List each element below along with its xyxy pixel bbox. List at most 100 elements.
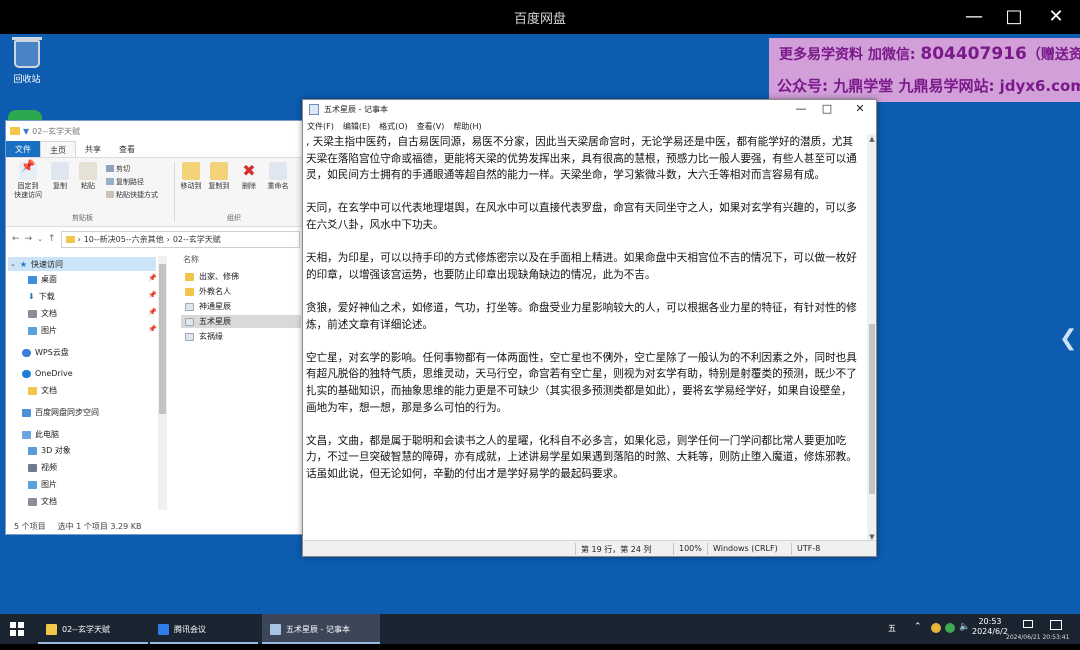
copy-path-button[interactable]: 复制路径: [106, 177, 144, 187]
nav-pc-documents[interactable]: 文档: [28, 496, 57, 507]
nav-baidu-sync[interactable]: 百度网盘同步空间: [22, 407, 99, 418]
file-row[interactable]: 神通星辰: [181, 300, 301, 313]
text-paragraph: 空亡星，对玄学的影响。任何事物都有一体两面性，空亡星也不例外，空亡星除了一般认为…: [306, 351, 857, 414]
cut-button[interactable]: 剪切: [106, 164, 130, 174]
pictures-icon: [28, 480, 37, 489]
nav-quick-access[interactable]: ⌄ ★ 快速访问: [8, 257, 156, 271]
cut-label: 剪切: [116, 165, 130, 173]
chevron-left-icon[interactable]: ❮: [1059, 326, 1077, 351]
breadcrumb-segment-1[interactable]: 10--新决05--六亲其他: [84, 234, 164, 245]
status-divider: [791, 543, 792, 555]
wechat-icon[interactable]: [945, 623, 955, 633]
zoom-level: 100%: [679, 544, 702, 553]
nav-quick-access-label: 快速访问: [31, 259, 64, 269]
tray-app-icon[interactable]: [931, 623, 941, 633]
quick-access-toolbar-icon[interactable]: ▼: [23, 127, 29, 136]
clipboard-group-label: 剪贴板: [72, 214, 93, 222]
taskbar-app-notepad[interactable]: 五术星辰 - 记事本: [262, 614, 380, 644]
file-row-selected[interactable]: 五术星辰: [181, 315, 301, 328]
pin-icon[interactable]: 📌: [148, 308, 157, 316]
tab-view[interactable]: 查看: [110, 141, 144, 157]
nav-scrollbar[interactable]: [158, 256, 167, 510]
tab-file[interactable]: 文件: [6, 141, 40, 157]
text-paragraph: 贪狼，爱好神仙之术，如修道，气功，打坐等。命盘受业力星影响较大的人，可以根据各业…: [306, 301, 857, 331]
file-row[interactable]: 外教名人: [181, 285, 301, 298]
back-arrow-icon[interactable]: ←: [12, 234, 20, 244]
menu-help[interactable]: 帮助(H): [453, 121, 481, 132]
forward-arrow-icon[interactable]: →: [25, 234, 33, 244]
minimize-icon[interactable]: —: [960, 4, 988, 30]
scroll-up-arrow-icon[interactable]: ▲: [867, 134, 876, 144]
nav-onedrive-label: OneDrive: [35, 369, 73, 378]
player-bottom-bar: [0, 644, 1080, 650]
file-row[interactable]: 出家、修佛: [181, 270, 301, 283]
folder-icon: [28, 386, 37, 395]
pin-icon[interactable]: 📌: [148, 274, 157, 282]
watermark-line-2: 公众号: 九鼎学堂 九鼎易学网站: jdyx6.com: [777, 77, 1080, 95]
notepad-status-bar: 第 19 行，第 24 列 100% Windows (CRLF) UTF-8: [303, 540, 876, 556]
column-header-name[interactable]: 名称: [183, 254, 199, 265]
rename-icon: [269, 162, 287, 180]
taskbar-app-explorer[interactable]: 02--玄学天赋: [38, 614, 148, 644]
nav-baidu-sync-label: 百度网盘同步空间: [35, 408, 99, 417]
computer-icon: [22, 430, 31, 439]
nav-onedrive[interactable]: OneDrive: [22, 369, 73, 378]
sync-folder-icon: [22, 408, 31, 417]
maximize-icon[interactable]: □: [815, 102, 839, 115]
notification-icon[interactable]: [1050, 620, 1062, 630]
nav-pc-pictures[interactable]: 图片: [28, 479, 57, 490]
tab-home[interactable]: 主页: [40, 141, 76, 157]
file-name: 五术星辰: [199, 317, 231, 326]
nav-this-pc[interactable]: 此电脑: [22, 429, 59, 440]
notepad-scrollbar-thumb[interactable]: [869, 324, 875, 494]
menu-file[interactable]: 文件(F): [307, 121, 334, 132]
pin-icon[interactable]: 📌: [148, 325, 157, 333]
pin-quick-access-button[interactable]: 📌 固定到 快速访问: [12, 160, 44, 200]
windows-start-icon[interactable]: [10, 622, 24, 636]
volume-icon[interactable]: 🔈: [959, 622, 970, 632]
nav-item-downloads[interactable]: ⬇ 下载: [28, 291, 55, 302]
recycle-bin[interactable]: 回收站: [8, 37, 46, 85]
pin-icon[interactable]: 📌: [148, 291, 157, 299]
menu-format[interactable]: 格式(O): [379, 121, 408, 132]
ime-indicator[interactable]: 五: [888, 623, 896, 634]
watermark-line-1-suffix: （赠送资料）: [1026, 47, 1080, 63]
notepad-scrollbar[interactable]: ▲ ▼: [867, 134, 876, 542]
nav-pc-3d-objects[interactable]: 3D 对象: [28, 445, 71, 456]
rename-button[interactable]: 重命名: [264, 162, 292, 191]
nav-item-desktop[interactable]: 桌面: [28, 274, 57, 285]
menu-edit[interactable]: 编辑(E): [343, 121, 370, 132]
copy-to-button[interactable]: 复制到: [206, 162, 232, 191]
tab-share[interactable]: 共享: [76, 141, 110, 157]
chevron-up-icon[interactable]: ⌃: [914, 622, 922, 632]
nav-item-documents[interactable]: 文档: [28, 308, 57, 319]
minimize-icon[interactable]: —: [789, 102, 813, 115]
status-divider: [575, 543, 576, 555]
up-arrow-icon[interactable]: ↑: [48, 234, 56, 244]
notepad-text-area[interactable]: , 天梁主指中医药，自古易医同源，易医不分家，因此当天梁居命宫时，无论学易还是中…: [303, 134, 867, 542]
recycle-bin-icon: [12, 37, 42, 68]
clock[interactable]: 20:53 2024/6/2: [972, 617, 1008, 637]
breadcrumb-segment-2[interactable]: 02--玄学天赋: [173, 234, 221, 245]
nav-onedrive-documents[interactable]: 文档: [28, 385, 57, 396]
close-icon[interactable]: ✕: [1042, 4, 1070, 30]
file-row[interactable]: 玄祸缘: [181, 330, 301, 343]
nav-scrollbar-thumb[interactable]: [159, 264, 166, 414]
chevron-down-icon[interactable]: ⌄: [37, 235, 43, 243]
close-icon[interactable]: ✕: [848, 102, 872, 115]
text-paragraph: 文昌，文曲，都是属于聪明和会读书之人的星曜，化科自不必多言，如果化忌，则学任何一…: [306, 434, 857, 480]
menu-view[interactable]: 查看(V): [417, 121, 445, 132]
taskbar-app-tencent-meeting[interactable]: 腾讯会议: [150, 614, 258, 644]
paste-shortcut-button[interactable]: 粘贴快捷方式: [106, 190, 158, 200]
desktop: 回收站 更多易学资料 加微信: 804407916（赠送资料） 公众号: 九鼎学…: [0, 34, 1080, 614]
delete-button[interactable]: ✖ 删除: [238, 162, 260, 191]
address-bar[interactable]: › 10--新决05--六亲其他 › 02--玄学天赋: [60, 230, 300, 248]
nav-pc-videos[interactable]: 视频: [28, 462, 57, 473]
nav-wps-cloud[interactable]: WPS云盘: [22, 347, 69, 358]
move-to-button[interactable]: 移动到: [178, 162, 204, 191]
copy-button[interactable]: 复制: [48, 162, 72, 191]
tray-window-icon[interactable]: [1023, 620, 1033, 628]
paste-button[interactable]: 粘贴: [76, 162, 100, 191]
maximize-icon[interactable]: □: [1000, 4, 1028, 30]
nav-item-pictures[interactable]: 图片: [28, 325, 57, 336]
